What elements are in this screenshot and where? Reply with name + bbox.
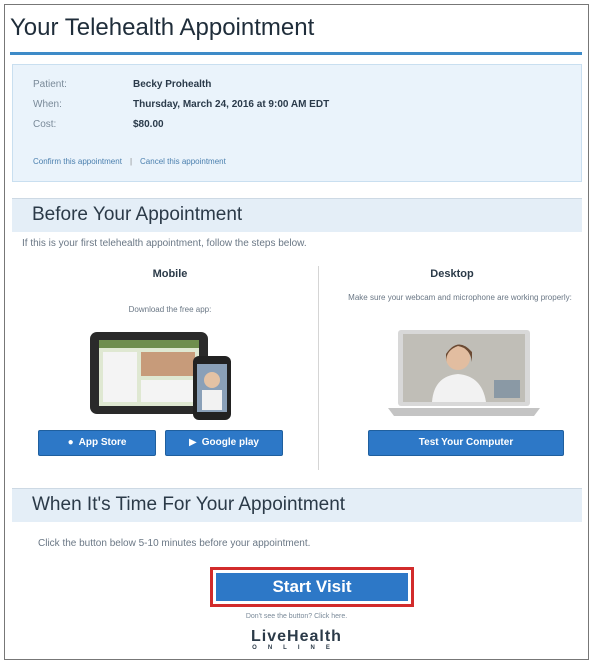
google-play-button[interactable]: ▶ Google play [165, 430, 283, 456]
start-visit-highlight: Start Visit [210, 567, 414, 607]
mobile-description: Download the free app: [128, 305, 212, 314]
patient-label: Patient: [33, 79, 67, 90]
page-title: Your Telehealth Appointment [10, 14, 315, 41]
when-value: Thursday, March 24, 2016 at 9:00 AM EDT [133, 99, 330, 110]
before-section-subtext: If this is your first telehealth appoint… [22, 238, 307, 249]
logo-main-text: LiveHealth [251, 628, 342, 645]
laptop-image [388, 330, 540, 416]
logo-sub-text: ONLINE [252, 645, 341, 651]
time-section-subtext: Click the button below 5-10 minutes befo… [38, 538, 311, 549]
mobile-title: Mobile [152, 268, 188, 280]
appointment-details: Patient: Becky Prohealth When: Thursday,… [12, 64, 582, 182]
google-play-label: Google play [201, 437, 259, 448]
time-section-heading: When It's Time For Your Appointment [32, 494, 346, 515]
cost-value: $80.00 [133, 119, 164, 130]
apple-icon: ● [67, 437, 74, 448]
when-label: When: [33, 99, 62, 110]
app-store-button[interactable]: ● App Store [38, 430, 156, 456]
before-section-header: Before Your Appointment [12, 198, 582, 232]
title-divider [10, 52, 582, 55]
confirm-appointment-link[interactable]: Confirm this appointment [33, 157, 122, 166]
mobile-devices-image [90, 332, 231, 420]
column-divider [318, 266, 319, 470]
desktop-title: Desktop [430, 268, 474, 280]
livehealth-logo: LiveHealth ONLINE [0, 628, 593, 651]
start-visit-button[interactable]: Start Visit [216, 573, 408, 601]
cancel-appointment-link[interactable]: Cancel this appointment [140, 157, 226, 166]
patient-value: Becky Prohealth [133, 79, 212, 90]
link-separator: | [129, 157, 133, 166]
desktop-description: Make sure your webcam and microphone are… [348, 293, 572, 302]
appointment-links: Confirm this appointment | Cancel this app… [33, 157, 226, 166]
before-section-heading: Before Your Appointment [32, 204, 243, 225]
play-icon: ▶ [189, 437, 197, 448]
help-link[interactable]: Don't see the button? Click here. [0, 613, 593, 620]
time-section-header: When It's Time For Your Appointment [12, 488, 582, 522]
cost-label: Cost: [33, 119, 57, 130]
app-store-label: App Store [78, 437, 127, 448]
test-computer-button[interactable]: Test Your Computer [368, 430, 564, 456]
